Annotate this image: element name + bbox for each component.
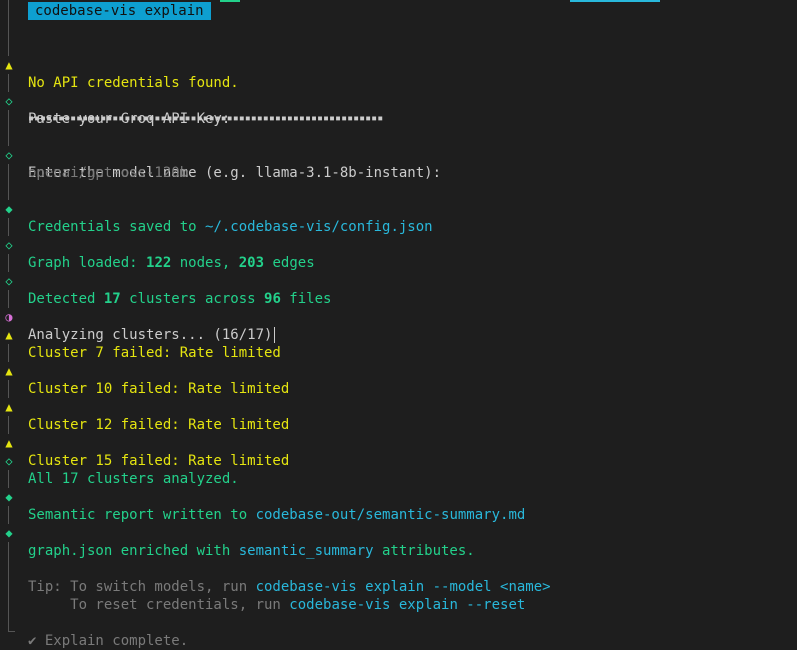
files-label: files — [280, 291, 332, 307]
step-filled-icon: ◆ — [3, 524, 15, 542]
api-key-masked-input: ▪▪▪▪▪▪▪▪▪▪▪▪▪▪▪▪▪▪▪▪▪▪▪▪▪▪▪▪▪▪▪▪▪▪▪▪▪▪▪▪… — [28, 113, 384, 124]
enriched-text: graph.json enriched with — [28, 543, 239, 559]
tip-label: Tip: To switch models, run — [28, 579, 256, 595]
command-title-badge: codebase-vis explain — [28, 2, 211, 20]
credentials-saved-text: Credentials saved to — [28, 219, 206, 235]
line-paste-key: ◇ Paste your Groq API Key: — [0, 74, 230, 127]
line-paste-key-mask: ▪▪▪▪▪▪▪▪▪▪▪▪▪▪▪▪▪▪▪▪▪▪▪▪▪▪▪▪▪▪▪▪▪▪▪▪▪▪▪▪… — [0, 92, 383, 124]
step-hollow-icon: ◇ — [3, 272, 15, 290]
warning-icon: ▲ — [3, 398, 15, 416]
warning-icon: ▲ — [3, 56, 15, 74]
text-cursor — [274, 327, 276, 343]
cluster-failed-text: Cluster 15 failed: Rate limited — [28, 453, 290, 469]
line-report-written: ◆ Semantic report written to codebase-ou… — [0, 470, 525, 523]
line-all-analyzed: ◇ All 17 clusters analyzed. — [0, 434, 239, 487]
explain-complete-text: ✔ Explain complete. — [28, 633, 189, 649]
report-written-text: Semantic report written to — [28, 507, 256, 523]
warning-icon: ▲ — [3, 326, 15, 344]
warning-icon: ▲ — [3, 362, 15, 380]
model-name-value: openai/gpt-oss-120b — [28, 165, 189, 181]
line-cluster-15-failed: ▲ Cluster 15 failed: Rate limited — [0, 416, 289, 469]
semantic-summary-key: semantic_summary — [238, 543, 374, 559]
cluster-count: 17 — [103, 291, 121, 307]
line-graph-enriched: ◆ graph.json enriched with semantic_summ… — [0, 506, 475, 559]
all-analyzed-text: All 17 clusters analyzed. — [28, 471, 239, 487]
step-hollow-icon: ◇ — [3, 236, 15, 254]
clusters-across-label: clusters across — [120, 291, 265, 307]
report-path: codebase-out/semantic-summary.md — [255, 507, 526, 523]
cluster-failed-text: Cluster 7 failed: Rate limited — [28, 345, 281, 361]
step-hollow-icon: ◇ — [3, 452, 15, 470]
enriched-suffix: attributes. — [373, 543, 475, 559]
line-model-prompt: ◇ Enter the model name (e.g. llama-3.1-8… — [0, 128, 441, 181]
line-analyzing: ◑ Analyzing clusters... (16/17) — [0, 290, 276, 343]
reset-credentials-command: codebase-vis explain --reset — [289, 597, 526, 613]
line-graph-loaded: ◇ Graph loaded: 122 nodes, 203 edges — [0, 218, 315, 271]
line-cluster-10-failed: ▲ Cluster 10 failed: Rate limited — [0, 344, 289, 397]
file-count: 96 — [264, 291, 281, 307]
clipped-previous-line — [220, 0, 240, 2]
line-cluster-12-failed: ▲ Cluster 12 failed: Rate limited — [0, 380, 289, 433]
edge-count: 203 — [238, 255, 265, 271]
line-explain-complete: ✔ Explain complete. — [0, 614, 188, 649]
detected-label: Detected — [28, 291, 104, 307]
line-no-credentials: ▲ No API credentials found. — [0, 38, 239, 91]
analyzing-progress-text: Analyzing clusters... (16/17) — [28, 327, 273, 343]
step-filled-icon: ◆ — [3, 488, 15, 506]
line-cluster-7-failed: ▲ Cluster 7 failed: Rate limited — [0, 308, 281, 361]
clipped-previous-line — [570, 0, 660, 2]
cluster-failed-text: Cluster 12 failed: Rate limited — [28, 417, 290, 433]
graph-loaded-label: Graph loaded: — [28, 255, 147, 271]
line-detected-clusters: ◇ Detected 17 clusters across 96 files — [0, 254, 331, 307]
config-path: ~/.codebase-vis/config.json — [205, 219, 433, 235]
line-tip-2: To reset credentials, run codebase-vis e… — [0, 578, 525, 613]
no-credentials-text: No API credentials found. — [28, 75, 239, 91]
line-credentials-saved: ◆ Credentials saved to ~/.codebase-vis/c… — [0, 182, 433, 235]
node-count: 122 — [146, 255, 172, 271]
nodes-label: nodes, — [171, 255, 239, 271]
line-model-value: openai/gpt-oss-120b — [0, 146, 188, 181]
line-tip-1: Tip: To switch models, run codebase-vis … — [0, 560, 551, 595]
step-filled-icon: ◆ — [3, 200, 15, 218]
cluster-failed-text: Cluster 10 failed: Rate limited — [28, 381, 290, 397]
tip-reset-label: To reset credentials, run — [28, 597, 290, 613]
edges-label: edges — [264, 255, 315, 271]
switch-model-command: codebase-vis explain --model <name> — [255, 579, 551, 595]
